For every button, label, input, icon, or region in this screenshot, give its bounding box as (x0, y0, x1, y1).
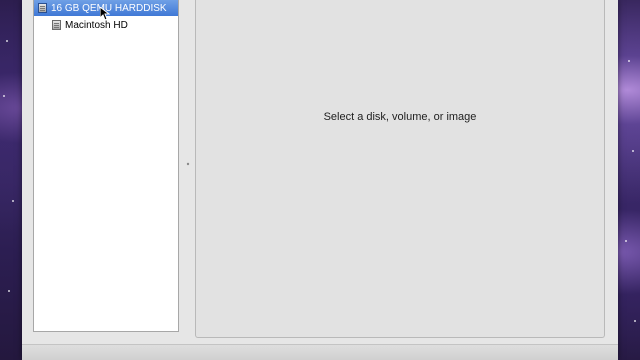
sidebar-item-label: Macintosh HD (65, 19, 128, 31)
star (628, 60, 630, 62)
hard-disk-icon (38, 3, 47, 13)
empty-selection-message: Select a disk, volume, or image (323, 111, 477, 123)
window-bottom-bar (22, 344, 618, 360)
star (625, 240, 627, 242)
star (634, 320, 636, 322)
star (6, 40, 8, 42)
arrow-cursor-icon (99, 5, 111, 21)
star (8, 290, 10, 292)
star (3, 95, 5, 97)
star (12, 200, 14, 202)
splitter-handle[interactable] (186, 162, 190, 166)
detail-pane: Select a disk, volume, or image (195, 0, 605, 338)
disk-list-sidebar[interactable]: 16 GB QEMU HARDDISK Macintosh HD (33, 0, 179, 332)
splitter-grip-icon (186, 162, 190, 166)
star (632, 150, 634, 152)
disk-utility-window: 16 GB QEMU HARDDISK Macintosh HD Select … (22, 0, 618, 360)
volume-icon (52, 20, 61, 30)
